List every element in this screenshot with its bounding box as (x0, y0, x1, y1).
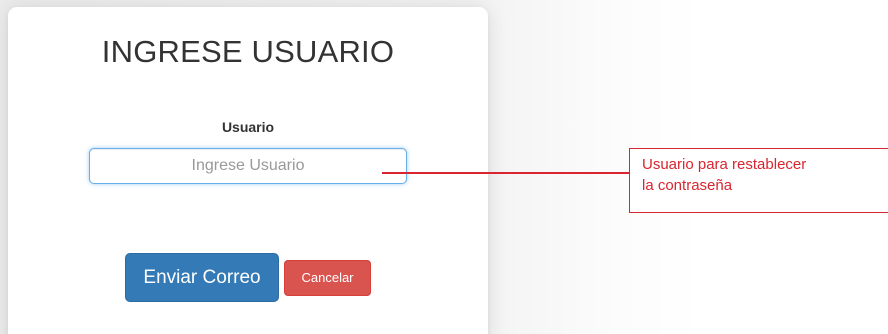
send-email-button[interactable]: Enviar Correo (125, 253, 279, 302)
password-reset-card: INGRESE USUARIO Usuario Enviar Correo Ca… (8, 7, 488, 334)
annotation-text-line-2: la contraseña (642, 177, 733, 194)
page-title: INGRESE USUARIO (101, 34, 395, 69)
annotation-callout: Usuario para restablecer la contraseña (629, 148, 888, 213)
username-input[interactable] (89, 148, 407, 184)
username-label: Usuario (221, 119, 275, 135)
cancel-button[interactable]: Cancelar (284, 260, 371, 296)
annotation-connector-line (382, 172, 629, 174)
annotation-text-line-1: Usuario para restablecer (642, 156, 807, 173)
